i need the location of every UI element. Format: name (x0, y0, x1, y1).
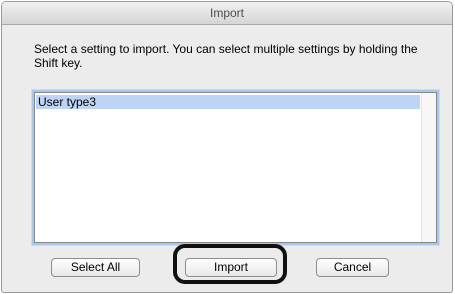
import-button-callout-ring (173, 244, 287, 284)
dialog-title: Import (2, 2, 452, 25)
settings-list[interactable]: User type3 (34, 92, 437, 243)
list-item[interactable]: User type3 (36, 95, 420, 109)
list-scrollbar[interactable] (421, 93, 436, 242)
cancel-button[interactable]: Cancel (316, 258, 389, 277)
instruction-text: Select a setting to import. You can sele… (34, 42, 418, 70)
select-all-button[interactable]: Select All (51, 258, 140, 277)
